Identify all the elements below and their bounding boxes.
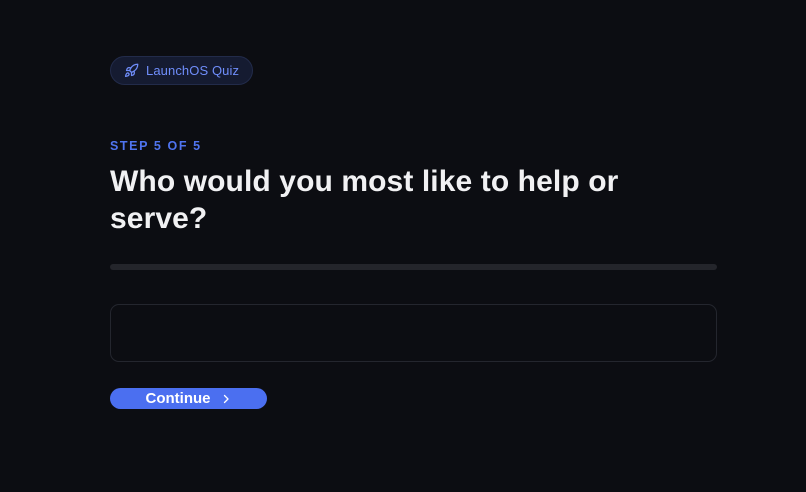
continue-label: Continue bbox=[145, 390, 211, 407]
quiz-badge: LaunchOS Quiz bbox=[110, 56, 254, 85]
progress-fill bbox=[110, 264, 717, 270]
progress-bar bbox=[110, 264, 717, 270]
question-heading: Who would you most like to help or serve… bbox=[110, 165, 619, 235]
step-indicator: STEP 5 OF 5 bbox=[110, 139, 202, 153]
continue-button[interactable]: Continue bbox=[110, 388, 267, 409]
rocket-icon bbox=[123, 63, 139, 79]
answer-input[interactable] bbox=[110, 304, 717, 362]
badge-label: LaunchOS Quiz bbox=[146, 63, 240, 78]
chevron-right-icon bbox=[220, 393, 232, 405]
quiz-page: LaunchOS Quiz STEP 5 OF 5 Who would you … bbox=[0, 0, 806, 492]
